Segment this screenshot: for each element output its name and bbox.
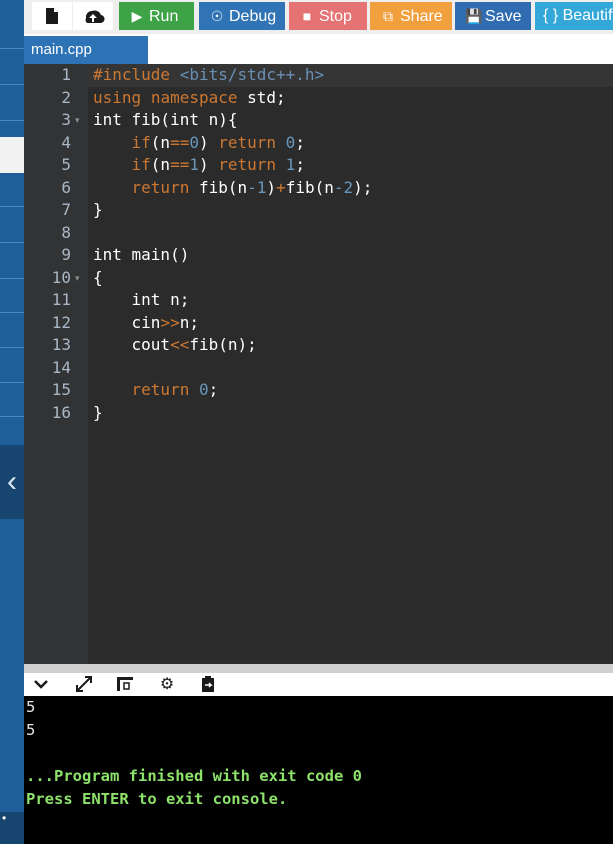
code-line: cout<<fib(n); <box>93 335 257 354</box>
share-button-label: Share <box>400 8 443 25</box>
line-number: 8 <box>61 222 71 242</box>
code-line: int main() <box>93 245 190 264</box>
sidebar-divider <box>0 206 24 207</box>
line-number: 1 <box>61 65 71 84</box>
sidebar-divider <box>0 416 24 417</box>
save-icon: 💾 <box>465 8 483 24</box>
sidebar-divider <box>0 347 24 348</box>
beautify-button-label: { } Beautify <box>543 7 613 24</box>
save-button[interactable]: 💾 Save <box>455 2 531 30</box>
line-number: 10 <box>51 267 71 287</box>
debug-icon: ☉ <box>210 8 224 24</box>
stop-button-label: Stop <box>319 8 352 25</box>
sidebar-divider <box>0 84 24 85</box>
fold-toggle-icon[interactable]: ▾ <box>75 109 85 132</box>
debug-button[interactable]: ☉ Debug <box>199 2 285 30</box>
left-sidebar: ‹ • <box>0 0 24 844</box>
code-line: { <box>93 267 103 287</box>
sidebar-divider <box>0 242 24 243</box>
code-line: return fib(n-1)+fib(n-2); <box>131 177 373 197</box>
stop-icon: ■ <box>302 8 312 24</box>
code-line: } <box>93 402 103 422</box>
share-button[interactable]: ⧉ Share <box>370 2 452 30</box>
code-line: if(n==1) return 1; <box>131 155 305 174</box>
upload-icon <box>85 10 105 24</box>
sidebar-divider <box>0 278 24 279</box>
top-toolbar: ▶ Run ☉ Debug ■ Stop ⧉ Share 💾 Save { } Beaut… <box>24 0 613 34</box>
code-line: int n; <box>93 290 190 309</box>
line-number: 14 <box>51 357 71 377</box>
save-button-label: Save <box>485 8 522 25</box>
console-toolbar: ⚙ <box>24 673 613 696</box>
run-button-label: Run <box>149 8 179 25</box>
line-number: 6 <box>61 177 71 197</box>
sidebar-divider <box>0 312 24 313</box>
gear-icon[interactable]: ⚙ <box>155 673 179 696</box>
code-line: return 0; <box>131 380 219 399</box>
run-button[interactable]: ▶ Run <box>119 2 194 30</box>
code-editor[interactable]: 1 2 3 4 5 6 7 8 9 10 11 12 13 14 15 16 ▾… <box>24 64 613 664</box>
sidebar-divider <box>0 120 24 121</box>
line-number: 5 <box>61 155 71 174</box>
console-exit-message: ...Program finished with exit code 0 <box>26 767 362 785</box>
new-file-button[interactable] <box>32 2 72 30</box>
console-line: 5 <box>26 721 36 739</box>
code-line: #include <bits/stdc++.h> <box>93 65 325 84</box>
console-output[interactable]: 5 5 ...Program finished with exit code 0… <box>24 696 613 844</box>
line-number: 13 <box>51 335 71 354</box>
chevron-left-icon[interactable]: ‹ <box>0 462 24 502</box>
line-number: 15 <box>51 380 71 399</box>
line-number: 9 <box>61 245 71 264</box>
code-line: if(n==0) return 0; <box>131 132 305 152</box>
debug-button-label: Debug <box>229 8 277 25</box>
line-number: 4 <box>61 132 71 152</box>
console-exit-prompt: Press ENTER to exit console. <box>26 790 288 808</box>
line-number: 16 <box>51 402 71 422</box>
beautify-button[interactable]: { } Beautify <box>535 2 613 30</box>
line-number: 11 <box>51 290 71 309</box>
stop-button[interactable]: ■ Stop <box>289 2 367 30</box>
tab-main-cpp[interactable]: main.cpp <box>24 36 148 64</box>
share-icon: ⧉ <box>383 8 393 24</box>
sidebar-divider <box>0 48 24 49</box>
expand-icon[interactable] <box>72 673 96 696</box>
code-line: int fib(int n){ <box>93 110 238 129</box>
clipboard-icon[interactable] <box>196 673 220 696</box>
sidebar-item-active[interactable] <box>0 137 24 173</box>
fold-toggle-icon[interactable]: ▾ <box>75 267 85 290</box>
line-number: 2 <box>61 87 71 107</box>
code-line: using namespace std; <box>93 87 286 107</box>
line-number: 3 <box>61 110 71 129</box>
play-icon: ▶ <box>131 8 143 24</box>
dot-icon: • <box>2 811 7 825</box>
panel-resize-handle[interactable] <box>24 664 613 673</box>
line-number-gutter: 1 2 3 4 5 6 7 8 9 10 11 12 13 14 15 16 ▾… <box>24 64 88 664</box>
file-icon <box>46 8 58 24</box>
upload-button[interactable] <box>73 2 113 30</box>
file-tab-bar: main.cpp <box>24 34 613 64</box>
line-number: 7 <box>61 200 71 219</box>
sidebar-divider <box>0 382 24 383</box>
layout-icon[interactable] <box>113 673 137 696</box>
console-line: 5 <box>26 698 36 716</box>
chevron-down-icon[interactable] <box>29 673 53 696</box>
line-number: 12 <box>51 312 71 332</box>
code-line: } <box>93 200 103 219</box>
code-line: cin>>n; <box>93 312 199 332</box>
